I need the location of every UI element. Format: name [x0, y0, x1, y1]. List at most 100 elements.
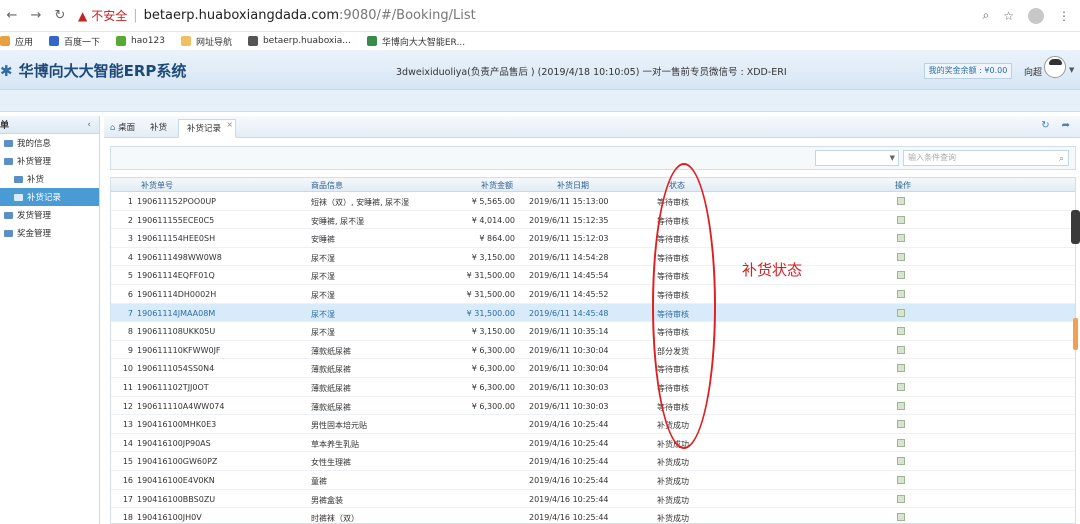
sidebar-item-my-info[interactable]: 我的信息	[0, 134, 99, 152]
table-row[interactable]: 13 190416100MHK0E3 男性固本培元贴 2019/4/16 10:25:…	[111, 415, 1075, 434]
table-row[interactable]: 10 1906111054SS0N4 薄款纸尿裤 ¥ 6,300.00 2019/6/1…	[111, 359, 1075, 378]
restock-date: 2019/6/11 10:30:03	[529, 383, 609, 392]
col-code[interactable]: 补货单号	[141, 180, 173, 191]
edit-icon[interactable]	[897, 308, 905, 317]
reload-icon[interactable]: ↻	[48, 8, 72, 23]
bookmark-nav[interactable]: 网址导航	[180, 35, 232, 48]
bookmark-hao123[interactable]: hao123	[116, 36, 165, 46]
goods-info: 男性固本培元贴	[311, 421, 367, 431]
restock-amount: ¥ 864.00	[479, 234, 515, 244]
sidebar-item-shipping[interactable]: 发货管理	[0, 206, 99, 224]
tab-restock[interactable]: 补货	[150, 119, 167, 138]
edit-icon[interactable]	[897, 252, 905, 261]
search-input[interactable]: 输入条件查询 ⌕	[903, 150, 1069, 166]
goods-info: 尿不湿	[311, 328, 335, 338]
table-row[interactable]: 14 190416100JP90AS 草本养生乳贴 2019/4/16 10:25:4…	[111, 434, 1075, 453]
betaerp-icon	[247, 36, 258, 46]
page-scrollbar[interactable]	[1071, 210, 1080, 244]
warning-icon: ▲	[78, 8, 88, 23]
table-row[interactable]: 7 19061114JMAA08M 尿不湿 ¥ 31,500.00 2019/6/11 …	[111, 303, 1075, 323]
restock-status: 补货成功	[657, 477, 689, 486]
bookmark-apps[interactable]: 应用	[0, 35, 33, 48]
tab-restock-records[interactable]: 补货记录 ×	[178, 116, 237, 138]
sidebar-item-restock-mgmt[interactable]: 补货管理	[0, 152, 99, 170]
site-nav-icon	[180, 36, 191, 46]
col-amount[interactable]: 补货金额	[481, 180, 513, 191]
table-row[interactable]: 5 19061114EQFF01Q 尿不湿 ¥ 31,500.00 2019/6/11 …	[111, 266, 1075, 285]
edit-icon[interactable]	[897, 345, 905, 354]
collapse-icon[interactable]: ‹	[87, 120, 91, 130]
profile-icon[interactable]	[1028, 7, 1044, 24]
search-icon[interactable]: ⌕	[1059, 152, 1064, 166]
table-row[interactable]: 1 190611152POO0UP 短袜（双）, 安睡裤, 尿不湿 ¥ 5,565.0…	[111, 192, 1075, 211]
sidebar-item-bonus[interactable]: 奖金管理	[0, 224, 99, 242]
row-number: 2	[127, 215, 133, 225]
bookmark-huabo[interactable]: 华博向大大智能ER...	[366, 35, 465, 48]
sidebar-item-restock[interactable]: 补货	[0, 170, 99, 188]
table-row[interactable]: 9 190611110KFWW0JF 薄款纸尿裤 ¥ 6,300.00 2019/6/1…	[111, 341, 1075, 360]
edit-icon[interactable]	[897, 364, 905, 373]
page-scrollbar-thumb[interactable]	[1073, 318, 1078, 350]
chevron-down-icon[interactable]: ▼	[1069, 66, 1074, 74]
goods-info: 尿不湿	[311, 272, 335, 282]
restock-amount: ¥ 6,300.00	[471, 345, 515, 355]
home-icon: ⌂	[110, 123, 116, 133]
edit-icon[interactable]	[897, 271, 905, 280]
main-panel: ⌂ 桌面 补货 补货记录 × ↻ ➦ ▼ 输入条件查询 ⌕ 补货单号 商品信息 补货…	[104, 116, 1080, 524]
table-row[interactable]: 18 190416100JH0V 时裤袜（双） 2019/4/16 10:25:44 补…	[111, 508, 1075, 523]
menu-icon[interactable]: ⋮	[1058, 9, 1070, 23]
edit-icon[interactable]	[897, 494, 905, 503]
edit-icon[interactable]	[897, 457, 905, 466]
balance-badge[interactable]: 我的奖金余额 : ¥0.00	[924, 63, 1012, 79]
table-row[interactable]: 16 190416100E4V0KN 童裤 2019/4/16 10:25:44 补货成…	[111, 471, 1075, 490]
edit-icon[interactable]	[897, 197, 905, 205]
user-avatar[interactable]	[1044, 56, 1066, 78]
edit-icon[interactable]	[897, 401, 905, 410]
user-name[interactable]: 向超	[1024, 65, 1042, 78]
col-goods[interactable]: 商品信息	[311, 180, 343, 191]
table-row[interactable]: 11 190611102TJJ0OT 薄款纸尿裤 ¥ 6,300.00 2019/6/1…	[111, 378, 1075, 397]
table-row[interactable]: 4 1906111498WW0W8 尿不湿 ¥ 3,150.00 2019/6/11 1…	[111, 248, 1075, 267]
bookmark-baidu[interactable]: 百度一下	[49, 35, 100, 48]
tab-desktop[interactable]: ⌂ 桌面	[110, 119, 135, 138]
edit-icon[interactable]	[897, 438, 905, 447]
zoom-icon[interactable]: ⌕	[983, 8, 990, 23]
restock-date: 2019/6/11 15:12:03	[529, 234, 609, 244]
restock-date: 2019/6/11 14:45:54	[529, 271, 609, 281]
table-row[interactable]: 12 190611110A4WW074 薄款纸尿裤 ¥ 6,300.00 2019/6/…	[111, 397, 1075, 416]
back-icon[interactable]: ←	[0, 8, 24, 23]
edit-icon[interactable]	[897, 290, 905, 298]
forward-icon[interactable]: →	[24, 8, 48, 23]
edit-icon[interactable]	[897, 215, 905, 224]
restock-date: 2019/6/11 14:45:52	[529, 290, 609, 299]
bookmark-betaerp[interactable]: betaerp.huaboxia...	[247, 36, 351, 46]
table-row[interactable]: 2 190611155ECE0C5 安睡裤, 尿不湿 ¥ 4,014.00 2019/6…	[111, 211, 1075, 230]
close-icon[interactable]: ×	[226, 116, 233, 134]
sidebar-item-restock-records[interactable]: 补货记录	[0, 188, 99, 206]
row-number: 17	[122, 494, 133, 504]
edit-icon[interactable]	[897, 476, 905, 484]
table-row[interactable]: 3 190611154HEE0SH 安睡裤 ¥ 864.00 2019/6/11 15:…	[111, 229, 1075, 248]
row-number: 6	[127, 290, 133, 299]
restock-status: 补货成功	[657, 495, 689, 505]
table-row[interactable]: 6 19061114DH0002H 尿不湿 ¥ 31,500.00 2019/6/11 …	[111, 285, 1075, 304]
edit-icon[interactable]	[897, 383, 905, 391]
goods-info: 男裤盒装	[311, 495, 343, 505]
url-field[interactable]: ▲ 不安全 | betaerp.huaboxiangdada.com :9080…	[78, 7, 476, 24]
restock-code: 190611108UKK05U	[137, 327, 216, 337]
edit-icon[interactable]	[897, 513, 905, 522]
page-icon	[14, 175, 23, 183]
restock-code: 190611155ECE0C5	[137, 215, 215, 225]
filter-select[interactable]: ▼	[815, 150, 899, 166]
table-row[interactable]: 17 190416100BBS0ZU 男裤盒装 2019/4/16 10:25:44 补…	[111, 490, 1075, 509]
edit-icon[interactable]	[897, 234, 905, 243]
edit-icon[interactable]	[897, 327, 905, 336]
refresh-icon[interactable]: ↻	[1041, 120, 1049, 131]
star-icon[interactable]: ☆	[1003, 9, 1014, 23]
edit-icon[interactable]	[897, 420, 905, 429]
col-date[interactable]: 补货日期	[557, 180, 589, 191]
goods-info: 薄款纸尿裤	[311, 384, 351, 393]
share-icon[interactable]: ➦	[1062, 120, 1070, 131]
table-row[interactable]: 15 190416100GW60PZ 女性生理裤 2019/4/16 10:25:44…	[111, 452, 1075, 471]
table-row[interactable]: 8 190611108UKK05U 尿不湿 ¥ 3,150.00 2019/6/11 1…	[111, 322, 1075, 341]
